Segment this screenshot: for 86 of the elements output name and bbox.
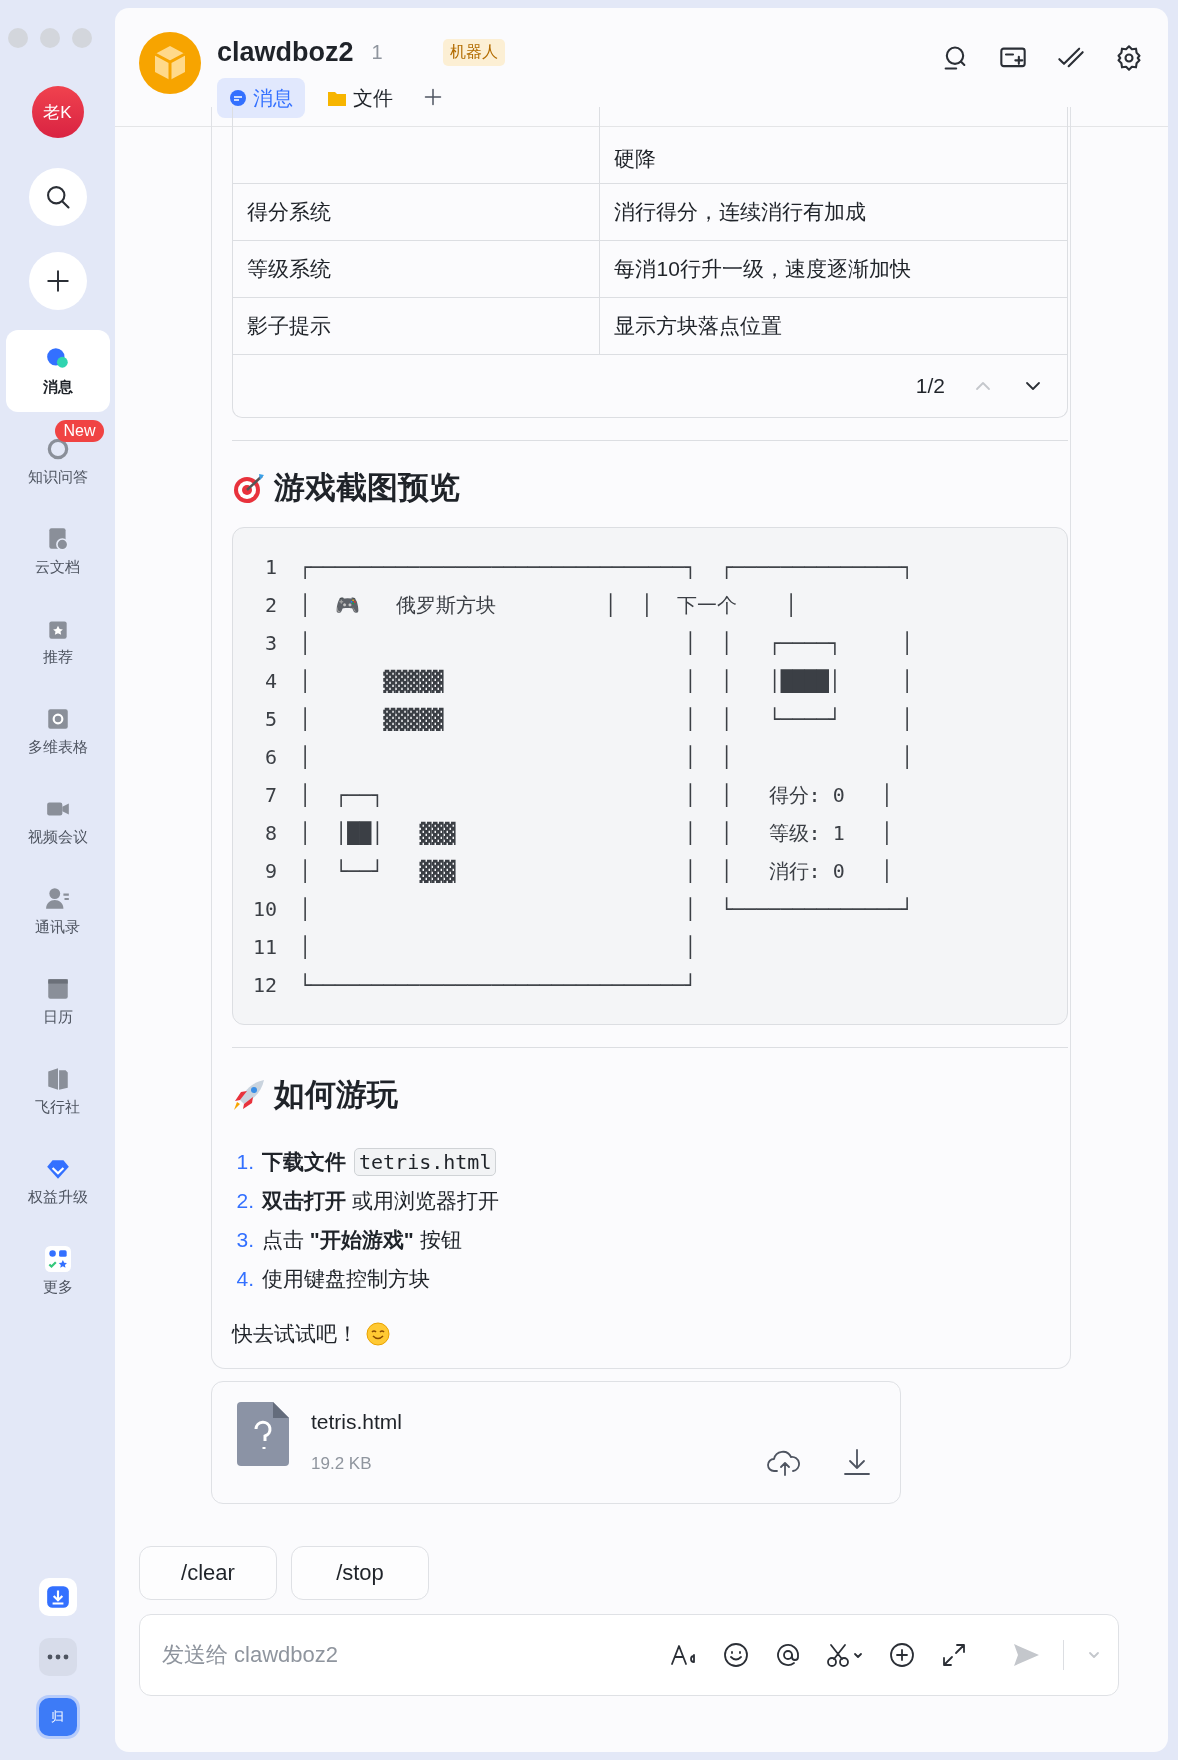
list-number: 1. bbox=[235, 1149, 254, 1174]
code-line: │ ▓▓▓▓▓ │ │ └────┘ │ bbox=[299, 706, 914, 733]
code-line: └───────────────────────────────┘ bbox=[299, 972, 698, 999]
code-line: │ │ └──────────────┘ bbox=[299, 896, 914, 923]
line-number: 7 bbox=[264, 782, 277, 809]
table-cell: 影子提示 bbox=[247, 314, 331, 337]
sidebar-item[interactable]: 消息 bbox=[5, 330, 110, 412]
download-button[interactable] bbox=[38, 1578, 77, 1616]
step-text: 点击 "开始游戏" 按钮 bbox=[262, 1226, 462, 1253]
more-button[interactable] bbox=[38, 1638, 77, 1676]
list-number: 3. bbox=[235, 1227, 254, 1252]
ellipsis-icon bbox=[45, 1654, 70, 1660]
bot-avatar bbox=[139, 32, 201, 94]
member-count: 1 bbox=[371, 40, 383, 64]
code-line: │ │ bbox=[299, 934, 698, 961]
closing-text: 快去试试吧！ bbox=[232, 1321, 358, 1347]
step-text: 下载文件 bbox=[262, 1148, 346, 1175]
table-cell: 显示方块落点位置 bbox=[614, 314, 783, 337]
line-number: 9 bbox=[264, 858, 277, 885]
code-line: │ ┌──┐ │ │ 得分: 0 │ bbox=[299, 782, 894, 809]
user-avatar[interactable]: 老K bbox=[31, 86, 84, 138]
sidebar-item[interactable]: 推荐 bbox=[5, 600, 110, 682]
file-card[interactable]: tetris.html 19.2 KB bbox=[211, 1381, 901, 1504]
sidebar-item[interactable]: 多维表格 bbox=[5, 690, 110, 772]
sidebar-item[interactable]: 视频会议 bbox=[5, 780, 110, 862]
settings-button[interactable] bbox=[1115, 44, 1143, 72]
code-line: │ │ │ ┌────┐ │ bbox=[299, 630, 914, 657]
line-number: 2 bbox=[264, 592, 277, 619]
sidebar-item[interactable]: 权益升级 bbox=[5, 1140, 110, 1222]
chat-title: clawdboz2 bbox=[217, 36, 354, 68]
table-cell: 得分系统 bbox=[247, 200, 331, 223]
line-number: 4 bbox=[264, 668, 277, 695]
page-indicator: 1/2 bbox=[915, 374, 945, 398]
smile-icon bbox=[366, 1322, 390, 1346]
step-text: 使用键盘控制方块 bbox=[262, 1265, 430, 1292]
table-cell: 等级系统 bbox=[247, 257, 331, 280]
add-circle-icon[interactable] bbox=[887, 1640, 917, 1670]
section-heading: 如何游玩 bbox=[274, 1076, 398, 1114]
sidebar-item[interactable]: 通讯录 bbox=[5, 870, 110, 952]
line-number: 6 bbox=[264, 744, 277, 771]
list-number: 4. bbox=[235, 1266, 254, 1291]
target-icon bbox=[232, 471, 266, 505]
list-number: 2. bbox=[235, 1188, 254, 1213]
line-number: 3 bbox=[264, 630, 277, 657]
file-size: 19.2 KB bbox=[311, 1454, 373, 1474]
line-number: 5 bbox=[264, 706, 277, 733]
line-number: 11 bbox=[252, 934, 277, 961]
tab[interactable]: 文件 bbox=[315, 78, 405, 118]
command-chip[interactable]: /stop bbox=[291, 1546, 429, 1600]
message-input[interactable]: 发送给 clawdboz2 bbox=[160, 1641, 669, 1669]
command-chip[interactable]: /clear bbox=[139, 1546, 277, 1600]
table-cell: 每消10行升一级，速度逐渐加快 bbox=[614, 257, 911, 280]
line-number: 1 bbox=[264, 554, 277, 581]
unknown-file-icon bbox=[237, 1402, 289, 1466]
sidebar-item[interactable]: New 知识问答 bbox=[5, 420, 110, 502]
rocket-icon bbox=[232, 1078, 266, 1112]
bot-tag: 机器人 bbox=[442, 38, 505, 66]
tab[interactable]: 消息 bbox=[217, 78, 305, 118]
section-heading: 游戏截图预览 bbox=[274, 469, 460, 507]
app-grid-icon bbox=[44, 1245, 71, 1272]
code-line: ┌───────────────────────────────┐ ┌──────────────┐ bbox=[299, 554, 914, 581]
code-line: │ ▓▓▓▓▓ │ │ │████│ │ bbox=[299, 668, 914, 695]
line-number: 10 bbox=[252, 896, 277, 923]
sidebar-item[interactable]: 日历 bbox=[5, 960, 110, 1042]
table-cell: 硬降 bbox=[614, 147, 657, 170]
new-badge: New bbox=[55, 420, 104, 442]
file-name: tetris.html bbox=[311, 1410, 402, 1434]
workspace-button[interactable]: 归 bbox=[38, 1698, 77, 1736]
line-number: 12 bbox=[252, 972, 277, 999]
code-line: │ └──┘ ▓▓▓ │ │ 消行: 0 │ bbox=[299, 858, 894, 885]
sidebar-item[interactable]: 云文档 bbox=[5, 510, 110, 592]
step-text: 双击打开 或用浏览器打开 bbox=[262, 1187, 499, 1214]
contact-icon bbox=[44, 885, 71, 912]
inline-code: tetris.html bbox=[354, 1147, 497, 1176]
code-line: │ │ │ │ bbox=[299, 744, 914, 771]
code-line: │ 🎮 俄罗斯方块 │ │ 下一个 │ bbox=[299, 592, 799, 619]
plus-icon bbox=[44, 268, 71, 294]
code-line: │ │██│ ▓▓▓ │ │ 等级: 1 │ bbox=[299, 820, 894, 847]
folder-icon bbox=[327, 89, 347, 107]
download-icon bbox=[44, 1584, 71, 1610]
sidebar-item[interactable]: 更多 bbox=[5, 1230, 110, 1312]
sidebar-item[interactable]: 飞行社 bbox=[5, 1050, 110, 1132]
line-number: 8 bbox=[264, 820, 277, 847]
chat-icon bbox=[229, 89, 247, 107]
emoji-icon[interactable] bbox=[721, 1640, 751, 1670]
table-cell: 消行得分，连续消行有加成 bbox=[614, 200, 867, 223]
